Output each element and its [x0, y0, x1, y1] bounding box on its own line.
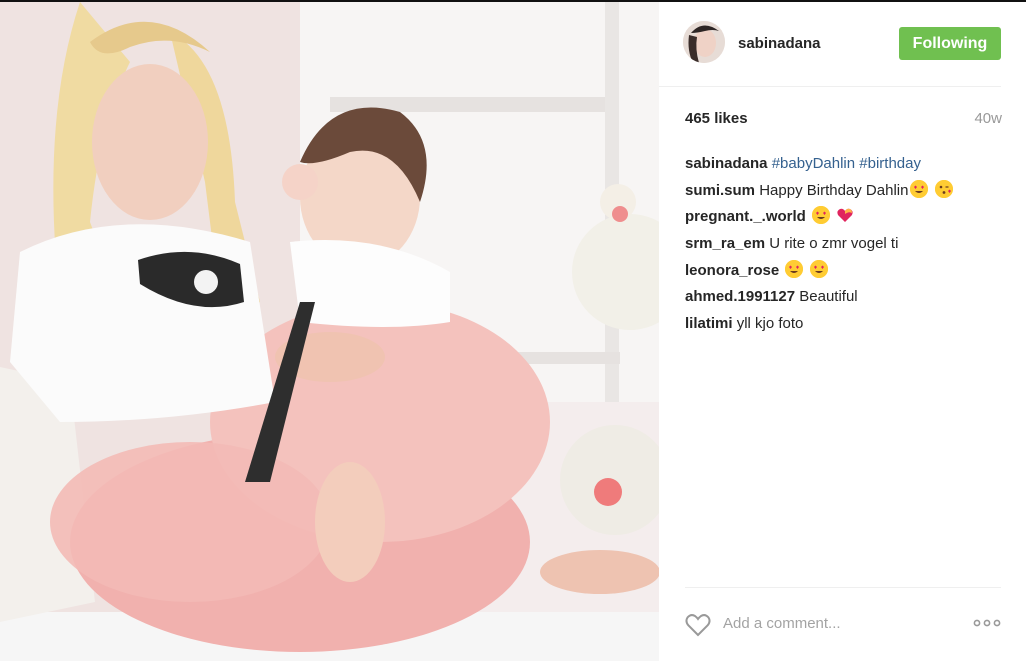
post-header: sabinadana Following	[659, 2, 1001, 87]
comment-username[interactable]: lilatimi	[685, 315, 733, 332]
comment-item: pregnant._.world	[685, 204, 1005, 231]
hashtag-link[interactable]: #babyDahlin	[772, 155, 855, 172]
comment-text: Happy Birthday Dahlin	[759, 181, 909, 199]
comment-item: srm_ra_em U rite o zmr vogel ti	[685, 231, 1005, 258]
heart-eyes-emoji-icon	[812, 206, 831, 225]
caption-username[interactable]: sabinadana	[685, 155, 768, 172]
comment-username[interactable]: leonora_rose	[685, 262, 779, 279]
following-button[interactable]: Following	[899, 27, 1001, 60]
avatar-image	[683, 21, 725, 63]
post-actions: Add a comment...	[685, 587, 1001, 662]
post-photo[interactable]	[0, 2, 659, 661]
heart-eyes-emoji-icon	[809, 259, 828, 278]
comment-username[interactable]: srm_ra_em	[685, 235, 765, 252]
more-options-icon[interactable]	[973, 616, 1001, 634]
heart-emoji-icon	[836, 206, 854, 224]
heart-eyes-emoji-icon	[785, 259, 804, 278]
hashtag-link[interactable]: #birthday	[859, 155, 921, 172]
post-details-panel: sabinadana Following 465 likes 40w sabin…	[659, 2, 1026, 661]
post-age[interactable]: 40w	[974, 110, 1002, 127]
comment-list: sabinadana #babyDahlin #birthday sumi.su…	[685, 151, 1005, 338]
kissing-wink-emoji-icon	[934, 179, 953, 198]
avatar[interactable]	[683, 21, 725, 63]
heart-outline-icon[interactable]	[685, 613, 711, 642]
comment-item: lilatimi yll kjo foto	[685, 311, 1005, 338]
comment-item: ahmed.1991127 Beautiful	[685, 284, 1005, 311]
heart-eyes-emoji-icon	[910, 179, 929, 198]
comment-username[interactable]: sumi.sum	[685, 182, 755, 199]
comment-item: leonora_rose	[685, 258, 1005, 285]
photo-illustration	[0, 2, 659, 661]
caption: sabinadana #babyDahlin #birthday	[685, 151, 1005, 178]
comment-username[interactable]: pregnant._.world	[685, 208, 806, 225]
comment-text: yll kjo foto	[736, 315, 804, 333]
likes-count[interactable]: 465 likes	[685, 110, 748, 127]
comment-username[interactable]: ahmed.1991127	[685, 288, 795, 305]
comment-item: sumi.sum Happy Birthday Dahlin	[685, 178, 1005, 205]
add-comment-input[interactable]: Add a comment...	[723, 615, 841, 632]
comment-text: U rite o zmr vogel ti	[769, 235, 899, 253]
post-author-username[interactable]: sabinadana	[738, 35, 821, 52]
comment-text: Beautiful	[799, 288, 858, 306]
